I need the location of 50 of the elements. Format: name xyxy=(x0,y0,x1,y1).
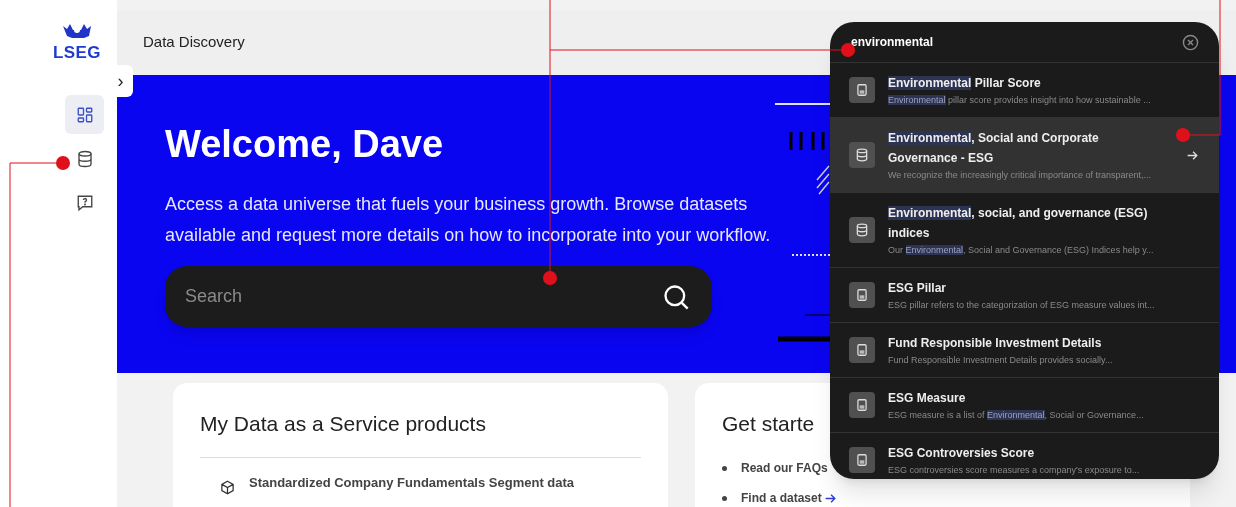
page-title: Data Discovery xyxy=(143,32,245,53)
result-title: Environmental, Social and Corporate Governance - ESG xyxy=(888,130,1100,167)
search-input[interactable]: Search xyxy=(185,283,662,310)
bullet-icon xyxy=(722,465,727,471)
get-started-link[interactable]: Find a dataset xyxy=(741,489,822,507)
search-field[interactable]: Search xyxy=(165,266,712,327)
database-icon xyxy=(855,148,869,162)
result-title: ESG Measure xyxy=(888,390,967,407)
cube-icon xyxy=(220,480,235,496)
help-icon xyxy=(75,193,94,212)
result-description: ESG controversies score measures a company's exposure to... xyxy=(888,464,1141,477)
dashboard-icon xyxy=(75,105,94,124)
get-started-link[interactable]: Read our FAQs xyxy=(741,459,828,478)
hero-text: Access a data universe that fuels your business growth. Browse datasets available and request more details on how to incorporate into your workflow. xyxy=(165,193,772,247)
database-icon xyxy=(75,149,94,168)
search-result-item[interactable]: Fund Responsible Investment Details Fund Responsible Investment Details provides socially... xyxy=(830,322,1219,377)
result-description: ESG pillar refers to the categorization of ESG measure values int... xyxy=(888,299,1156,312)
book-icon xyxy=(855,343,869,357)
clear-search-icon[interactable] xyxy=(1182,33,1199,51)
result-description: We recognize the increasingly critical importance of transparent,... xyxy=(888,169,1152,182)
logo-text: LSEG xyxy=(53,42,101,64)
card-title: Get starte xyxy=(722,411,815,437)
search-query: environmental xyxy=(851,34,935,51)
search-result-item[interactable]: ESG Measure ESG measure is a list of Environmental, Social or Governance... xyxy=(830,377,1219,432)
card-title: My Data as a Service products xyxy=(200,411,486,437)
bullet-icon xyxy=(722,495,727,501)
search-result-item[interactable]: ESG Pillar ESG pillar refers to the categorization of ESG measure values int... xyxy=(830,267,1219,322)
search-result-item[interactable]: ESG Controversies Score ESG controversies score measures a company's exposure to... xyxy=(830,432,1219,479)
result-title: Environmental, social, and governance (ESG) indices xyxy=(888,205,1149,242)
welcome-heading: Welcome, Dave xyxy=(165,125,444,163)
book-icon xyxy=(855,398,869,412)
search-result-item[interactable]: Environmental, Social and Corporate Governance - ESG We recognize the increasingly critical importance of transparent,... xyxy=(830,117,1219,192)
result-title: Environmental Pillar Score xyxy=(888,75,1042,92)
result-title: ESG Controversies Score xyxy=(888,445,1036,462)
search-icon[interactable] xyxy=(662,282,690,311)
arrow-icon xyxy=(823,491,837,505)
search-result-item[interactable]: Environmental, social, and governance (ESG) indices Our Environmental, Social and Governance (ESG) Indices help y... xyxy=(830,192,1219,267)
arrow-icon xyxy=(1186,148,1199,162)
book-icon xyxy=(855,83,869,97)
result-description: ESG measure is a list of Environmental, Social or Governance... xyxy=(888,409,1145,422)
result-description: Fund Responsible Investment Details provides socially... xyxy=(888,354,1114,367)
result-title: ESG Pillar xyxy=(888,280,948,297)
book-icon xyxy=(855,453,869,467)
result-title: Fund Responsible Investment Details xyxy=(888,335,1103,352)
database-icon xyxy=(855,223,869,237)
product-link[interactable]: Standardized Company Fundamentals Segment data xyxy=(249,473,575,493)
result-description: Environmental pillar score provides insight into how sustainable ... xyxy=(888,94,1152,107)
sidebar-item[interactable] xyxy=(65,95,104,135)
result-description: Our Environmental, Social and Governance (ESG) Indices help y... xyxy=(888,244,1155,257)
book-icon xyxy=(855,288,869,302)
